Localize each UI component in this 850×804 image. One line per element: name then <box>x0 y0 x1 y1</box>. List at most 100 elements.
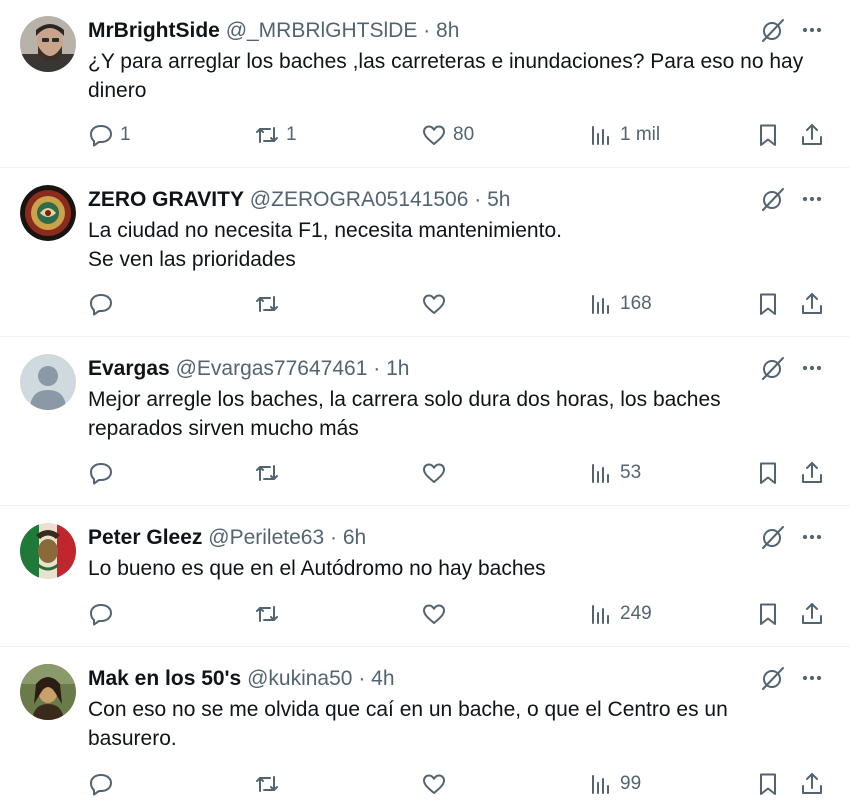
tweet[interactable]: Evargas @Evargas77647461 · 1h Mejor arre… <box>0 337 850 505</box>
bookmark-icon <box>760 293 776 315</box>
views-button[interactable]: 249 <box>588 600 652 628</box>
like-button[interactable] <box>421 600 453 628</box>
reply-icon <box>90 604 112 626</box>
avatar[interactable] <box>20 16 76 72</box>
views-button[interactable]: 1 mil <box>588 121 660 149</box>
tweet[interactable]: ZERO GRAVITY @ZEROGRA05141506 · 5h La ci… <box>0 168 850 336</box>
share-button[interactable] <box>799 459 825 487</box>
repost-button[interactable] <box>254 600 286 628</box>
views-count: 99 <box>620 773 642 794</box>
tweet[interactable]: Mak en los 50's @kukina50 · 4h Con eso n… <box>0 647 850 804</box>
grok-icon[interactable] <box>760 355 786 381</box>
separator: · <box>373 357 381 380</box>
bookmark-icon <box>760 603 776 625</box>
display-name[interactable]: Mak en los 50's <box>88 667 241 690</box>
more-icon[interactable] <box>798 524 826 550</box>
user-handle[interactable]: @ZEROGRA05141506 <box>250 188 469 211</box>
tweet-text-line: Lo bueno es que en el Autódromo no hay b… <box>88 557 546 580</box>
timestamp[interactable]: 5h <box>487 188 510 211</box>
action-bar: 53 <box>0 459 850 487</box>
heart-icon <box>423 463 445 483</box>
user-handle[interactable]: @Evargas77647461 <box>176 357 368 380</box>
tweet-text-line: dinero <box>88 79 147 102</box>
more-icon[interactable] <box>798 17 826 43</box>
reply-button[interactable]: 1 <box>88 121 131 149</box>
views-icon <box>592 295 609 314</box>
heart-icon <box>423 604 445 624</box>
share-button[interactable] <box>799 121 825 149</box>
tweet[interactable]: MrBrightSide @_MRBRlGHTSlDE · 8h ¿Y para… <box>0 0 850 167</box>
grok-icon[interactable] <box>760 665 786 691</box>
bookmark-button[interactable] <box>755 600 781 628</box>
reply-icon <box>90 294 112 316</box>
avatar[interactable] <box>20 185 76 241</box>
repost-icon <box>256 296 278 312</box>
like-button[interactable] <box>421 770 453 798</box>
repost-button[interactable] <box>254 290 286 318</box>
bookmark-button[interactable] <box>755 459 781 487</box>
tweet-text: Mejor arregle los baches, la carrera sol… <box>88 385 828 443</box>
tweet-text: ¿Y para arreglar los baches ,las carrete… <box>88 47 828 105</box>
avatar[interactable] <box>20 523 76 579</box>
display-name[interactable]: Peter Gleez <box>88 526 202 549</box>
display-name[interactable]: ZERO GRAVITY <box>88 188 244 211</box>
heart-icon <box>423 125 445 145</box>
action-bar: 99 <box>0 770 850 798</box>
reply-button[interactable] <box>88 770 120 798</box>
user-handle[interactable]: @Perilete63 <box>208 526 324 549</box>
more-icon[interactable] <box>798 186 826 212</box>
views-icon <box>592 775 609 794</box>
repost-icon <box>256 465 278 481</box>
bookmark-button[interactable] <box>755 290 781 318</box>
views-button[interactable]: 168 <box>588 290 652 318</box>
share-button[interactable] <box>799 600 825 628</box>
share-icon <box>802 603 822 624</box>
share-icon <box>802 773 822 794</box>
grok-icon[interactable] <box>760 17 786 43</box>
repost-button[interactable]: 1 <box>254 121 297 149</box>
avatar[interactable] <box>20 354 76 410</box>
repost-button[interactable] <box>254 459 286 487</box>
share-icon <box>802 462 822 483</box>
display-name[interactable]: MrBrightSide <box>88 19 220 42</box>
tweet-text-line: Se ven las prioridades <box>88 248 296 271</box>
tweet-text: Con eso no se me olvida que caí en un ba… <box>88 695 828 753</box>
bookmark-icon <box>760 124 776 146</box>
views-button[interactable]: 99 <box>588 770 641 798</box>
tweet-text-line: Mejor arregle los baches, la carrera sol… <box>88 388 721 411</box>
like-count: 80 <box>453 124 475 145</box>
views-icon <box>592 605 609 624</box>
more-icon[interactable] <box>798 665 826 691</box>
reply-button[interactable] <box>88 600 120 628</box>
timestamp[interactable]: 6h <box>343 526 366 549</box>
grok-icon[interactable] <box>760 524 786 550</box>
bookmark-button[interactable] <box>755 121 781 149</box>
timestamp[interactable]: 1h <box>386 357 409 380</box>
reply-button[interactable] <box>88 459 120 487</box>
separator: · <box>474 188 482 211</box>
more-icon[interactable] <box>798 355 826 381</box>
like-button[interactable] <box>421 459 453 487</box>
like-button[interactable] <box>421 290 453 318</box>
action-bar: 1 1 80 1 mil <box>0 121 850 149</box>
views-button[interactable]: 53 <box>588 459 641 487</box>
tweet-header: Peter Gleez @Perilete63 · 6h <box>88 523 366 553</box>
reply-button[interactable] <box>88 290 120 318</box>
user-handle[interactable]: @_MRBRlGHTSlDE <box>226 19 418 42</box>
timestamp[interactable]: 4h <box>371 667 394 690</box>
views-count: 1 mil <box>620 124 661 145</box>
share-button[interactable] <box>799 290 825 318</box>
tweet[interactable]: Peter Gleez @Perilete63 · 6h Lo bueno es… <box>0 506 850 646</box>
grok-icon[interactable] <box>760 186 786 212</box>
reply-icon <box>90 774 112 796</box>
timestamp[interactable]: 8h <box>436 19 459 42</box>
user-handle[interactable]: @kukina50 <box>247 667 352 690</box>
repost-button[interactable] <box>254 770 286 798</box>
avatar[interactable] <box>20 664 76 720</box>
share-button[interactable] <box>799 770 825 798</box>
tweet-header: Evargas @Evargas77647461 · 1h <box>88 354 409 384</box>
repost-icon <box>256 127 278 143</box>
bookmark-button[interactable] <box>755 770 781 798</box>
like-button[interactable]: 80 <box>421 121 474 149</box>
display-name[interactable]: Evargas <box>88 357 170 380</box>
